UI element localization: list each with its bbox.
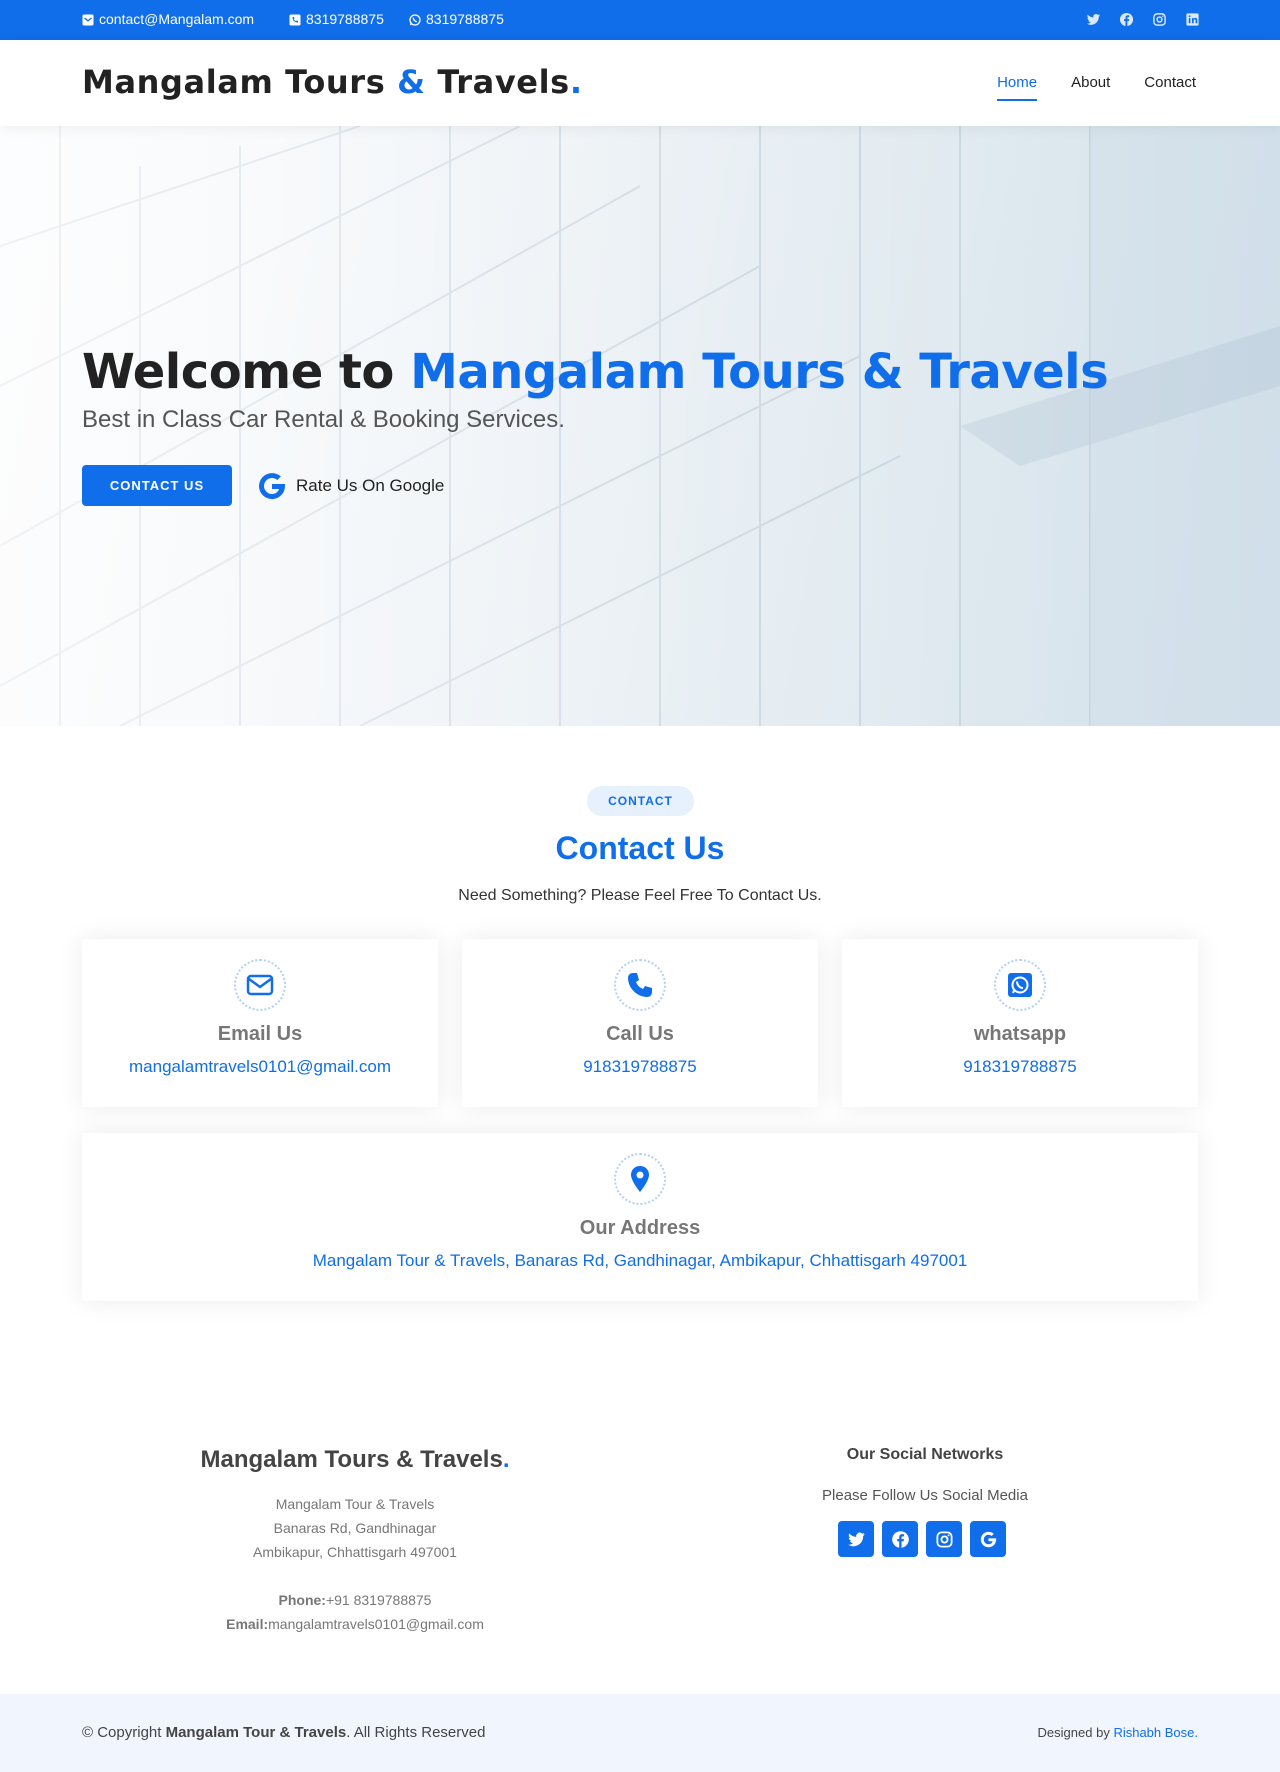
contact-section-subtitle: Need Something? Please Feel Free To Cont… bbox=[458, 887, 822, 904]
footer-address-line: Mangalam Tour & Travels bbox=[275, 1496, 435, 1512]
copyright: © Copyright Mangalam Tour & Travels. All… bbox=[82, 1724, 485, 1741]
footer-social-subtitle: Please Follow Us Social Media bbox=[822, 1487, 1028, 1504]
logo-dot: . bbox=[569, 63, 583, 101]
email-card-value[interactable]: mangalamtravels0101@gmail.com bbox=[82, 1057, 438, 1077]
map-pin-icon bbox=[614, 1153, 666, 1205]
footer-brand-dot: . bbox=[502, 1446, 510, 1473]
facebook-icon[interactable] bbox=[1119, 12, 1134, 27]
envelope-icon bbox=[234, 959, 286, 1011]
footer-email-label: Email: bbox=[226, 1616, 269, 1632]
site-header: Mangalam Tours & Travels. Home About Con… bbox=[0, 40, 1280, 126]
footer-address-line: Ambikapur, Chhattisgarh 497001 bbox=[253, 1544, 457, 1560]
contact-us-button[interactable]: CONTACT US bbox=[82, 465, 232, 506]
logo-ampersand: & bbox=[397, 63, 426, 101]
whatsapp-card-value[interactable]: 918319788875 bbox=[842, 1057, 1198, 1077]
footer-phone-value[interactable]: +91 8319788875 bbox=[326, 1592, 432, 1608]
footer-phone-label: Phone: bbox=[278, 1592, 326, 1608]
footer-social-icons bbox=[838, 1521, 1006, 1557]
hero-title: Welcome to Mangalam Tours & Travels bbox=[82, 344, 1109, 400]
copyright-suffix: . All Rights Reserved bbox=[346, 1724, 486, 1741]
whatsapp-icon bbox=[409, 13, 421, 26]
whatsapp-icon bbox=[994, 959, 1046, 1011]
address-card: Our Address Mangalam Tour & Travels, Ban… bbox=[82, 1133, 1198, 1301]
phone-icon bbox=[614, 959, 666, 1011]
address-card-title: Our Address bbox=[579, 1217, 701, 1239]
envelope-icon bbox=[82, 13, 94, 26]
hero-title-brand: Mangalam Tours & Travels bbox=[410, 344, 1109, 400]
footer-phone: Phone:+91 8319788875 bbox=[180, 1588, 530, 1612]
hero-title-prefix: Welcome to bbox=[82, 344, 411, 400]
main-nav: Home About Contact bbox=[997, 74, 1196, 101]
whatsapp-card: whatsapp 918319788875 bbox=[842, 939, 1198, 1107]
hero-subtitle: Best in Class Car Rental & Booking Servi… bbox=[82, 406, 565, 433]
contact-section-title: Contact Us bbox=[555, 830, 725, 866]
contact-section-badge: CONTACT bbox=[587, 786, 694, 816]
call-card-title: Call Us bbox=[606, 1023, 674, 1045]
email-card: Email Us mangalamtravels0101@gmail.com bbox=[82, 939, 438, 1107]
topbar-phone[interactable]: 8319788875 bbox=[289, 11, 384, 27]
footer-email-value[interactable]: mangalamtravels0101@gmail.com bbox=[268, 1616, 484, 1632]
footer-bottom-bar: © Copyright Mangalam Tour & Travels. All… bbox=[0, 1694, 1280, 1772]
email-card-title: Email Us bbox=[217, 1023, 303, 1045]
topbar-whatsapp-text: 8319788875 bbox=[426, 11, 504, 27]
footer-social-title: Our Social Networks bbox=[846, 1446, 1004, 1463]
top-bar: contact@Mangalam.com 8319788875 83197888… bbox=[0, 0, 1280, 40]
rate-us-google-label: Rate Us On Google bbox=[296, 476, 445, 495]
call-card: Call Us 918319788875 bbox=[462, 939, 818, 1107]
hero-section: Welcome to Mangalam Tours & Travels Best… bbox=[0, 126, 1280, 726]
nav-about[interactable]: About bbox=[1071, 74, 1110, 101]
instagram-icon[interactable] bbox=[1152, 12, 1167, 27]
twitter-icon[interactable] bbox=[1086, 12, 1101, 27]
topbar-socials bbox=[1086, 12, 1200, 27]
instagram-icon[interactable] bbox=[926, 1521, 962, 1557]
logo-text-part2: Travels bbox=[425, 63, 570, 101]
footer-brand: Mangalam Tours & Travels. bbox=[180, 1446, 530, 1474]
topbar-whatsapp[interactable]: 8319788875 bbox=[409, 11, 504, 27]
rate-us-google-link[interactable]: Rate Us On Google bbox=[256, 470, 444, 502]
facebook-icon[interactable] bbox=[882, 1521, 918, 1557]
copyright-brand: Mangalam Tour & Travels bbox=[165, 1724, 347, 1741]
nav-contact[interactable]: Contact bbox=[1144, 74, 1196, 101]
nav-home[interactable]: Home bbox=[997, 74, 1038, 101]
phone-icon bbox=[289, 13, 301, 26]
google-icon[interactable] bbox=[970, 1521, 1006, 1557]
linkedin-icon[interactable] bbox=[1185, 12, 1200, 27]
site-logo[interactable]: Mangalam Tours & Travels. bbox=[82, 63, 583, 101]
address-card-value: Mangalam Tour & Travels, Banaras Rd, Gan… bbox=[312, 1251, 968, 1270]
topbar-email[interactable]: contact@Mangalam.com bbox=[82, 11, 254, 27]
logo-text-part1: Mangalam Tours bbox=[82, 63, 398, 101]
whatsapp-card-title: whatsapp bbox=[973, 1023, 1067, 1045]
google-icon bbox=[256, 470, 288, 502]
footer-address-line: Banaras Rd, Gandhinagar bbox=[273, 1520, 437, 1536]
footer-brand-text: Mangalam Tours & Travels bbox=[200, 1446, 503, 1473]
topbar-phone-text: 8319788875 bbox=[306, 11, 384, 27]
designer-link[interactable]: Rishabh Bose. bbox=[1113, 1725, 1198, 1740]
footer-address: Mangalam Tour & Travels Banaras Rd, Gand… bbox=[180, 1492, 530, 1636]
twitter-icon[interactable] bbox=[838, 1521, 874, 1557]
topbar-email-text: contact@Mangalam.com bbox=[99, 11, 255, 27]
designed-by: Designed by Rishabh Bose. bbox=[1038, 1725, 1198, 1740]
designed-by-prefix: Designed by bbox=[1037, 1725, 1114, 1740]
call-card-value[interactable]: 918319788875 bbox=[462, 1057, 818, 1077]
copyright-prefix: © Copyright bbox=[82, 1724, 166, 1741]
footer-email: Email:mangalamtravels0101@gmail.com bbox=[180, 1612, 530, 1636]
